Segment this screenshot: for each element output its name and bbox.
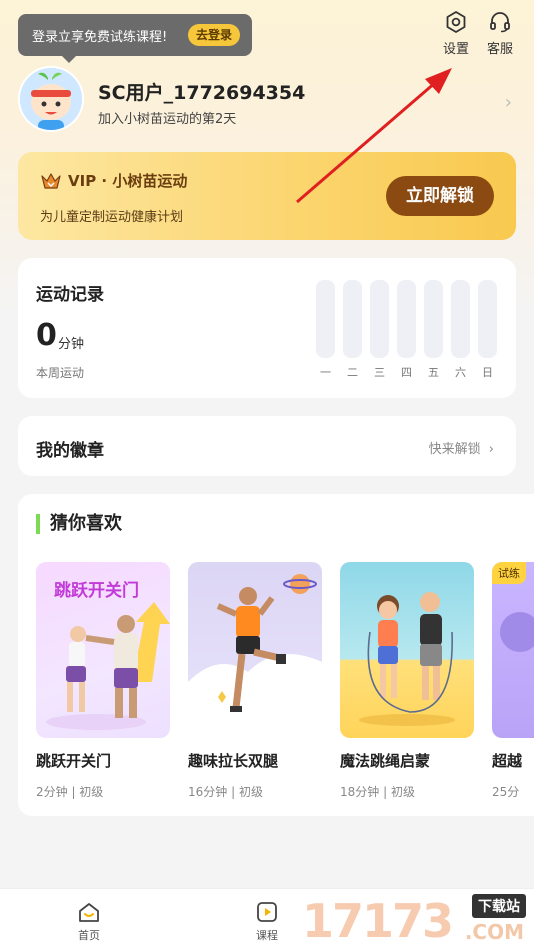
recommend-card: 猜你喜欢 跳跃开关门 跳跃开关门 2分钟 | 初级 趣味拉长双腿 16分钟 | … — [18, 494, 534, 816]
recommend-title: 猜你喜欢 — [36, 514, 122, 534]
course-meta: 25分 — [492, 785, 520, 799]
course-item[interactable]: 趣味拉长双腿 16分钟 | 初级 — [188, 562, 322, 800]
badges-more-link[interactable]: 快来解锁 › — [429, 438, 494, 457]
course-tag: 试练 — [492, 562, 526, 584]
day-bar: 六 — [451, 280, 470, 380]
tab-course[interactable]: 课程 — [237, 901, 297, 943]
day-label: 六 — [455, 366, 466, 379]
watermark-domain: .COM — [464, 920, 524, 944]
annotation-arrow — [296, 68, 452, 204]
course-item[interactable]: 试练 超越 25分 — [492, 562, 534, 800]
site-watermark: 17173 下载站 .COM — [302, 892, 528, 948]
exercise-record-card[interactable]: 运动记录 0 分钟 本周运动 一 二 三 四 五 六 日 — [18, 258, 516, 398]
day-bar: 三 — [370, 280, 389, 380]
weekly-bars: 一 二 三 四 五 六 日 — [316, 280, 497, 380]
badges-more-text: 快来解锁 — [428, 442, 481, 457]
day-bar: 一 — [316, 280, 335, 380]
course-thumbnail — [340, 562, 474, 738]
day-label: 五 — [428, 366, 439, 379]
badges-card[interactable]: 我的徽章 快来解锁 › — [18, 416, 516, 476]
course-meta: 2分钟 | 初级 — [36, 785, 104, 799]
course-meta: 18分钟 | 初级 — [340, 785, 415, 799]
tab-course-label: 课程 — [256, 929, 278, 942]
course-thumbnail — [188, 562, 322, 738]
day-bar: 日 — [478, 280, 497, 380]
day-label: 日 — [482, 366, 493, 379]
tab-home[interactable]: 首页 — [59, 901, 119, 943]
course-name: 超越 — [492, 752, 523, 770]
watermark-site: 下载站 — [472, 894, 526, 918]
tab-home-label: 首页 — [78, 929, 100, 942]
course-name: 趣味拉长双腿 — [188, 752, 279, 770]
record-minutes: 0 — [36, 318, 57, 353]
course-thumbnail: 跳跃开关门 — [36, 562, 170, 738]
record-subtitle: 本周运动 — [36, 366, 85, 380]
day-bar: 四 — [397, 280, 416, 380]
day-label: 三 — [374, 366, 385, 379]
home-icon — [79, 903, 99, 922]
chevron-right-icon: › — [488, 442, 494, 457]
play-icon — [257, 902, 277, 922]
course-item[interactable]: 跳跃开关门 跳跃开关门 2分钟 | 初级 — [36, 562, 170, 800]
course-thumbnail: 试练 — [492, 562, 534, 738]
day-label: 二 — [347, 366, 358, 379]
course-name: 魔法跳绳启蒙 — [340, 752, 431, 770]
record-unit: 分钟 — [58, 337, 85, 352]
day-label: 四 — [401, 366, 412, 379]
course-meta: 16分钟 | 初级 — [188, 785, 263, 799]
badges-title: 我的徽章 — [36, 441, 104, 461]
day-label: 一 — [320, 366, 331, 379]
day-bar: 五 — [424, 280, 443, 380]
course-name: 跳跃开关门 — [36, 752, 112, 770]
watermark-number: 17173 — [302, 894, 454, 948]
course-item[interactable]: 魔法跳绳启蒙 18分钟 | 初级 — [340, 562, 474, 800]
day-bar: 二 — [343, 280, 362, 380]
record-title: 运动记录 — [36, 285, 104, 305]
